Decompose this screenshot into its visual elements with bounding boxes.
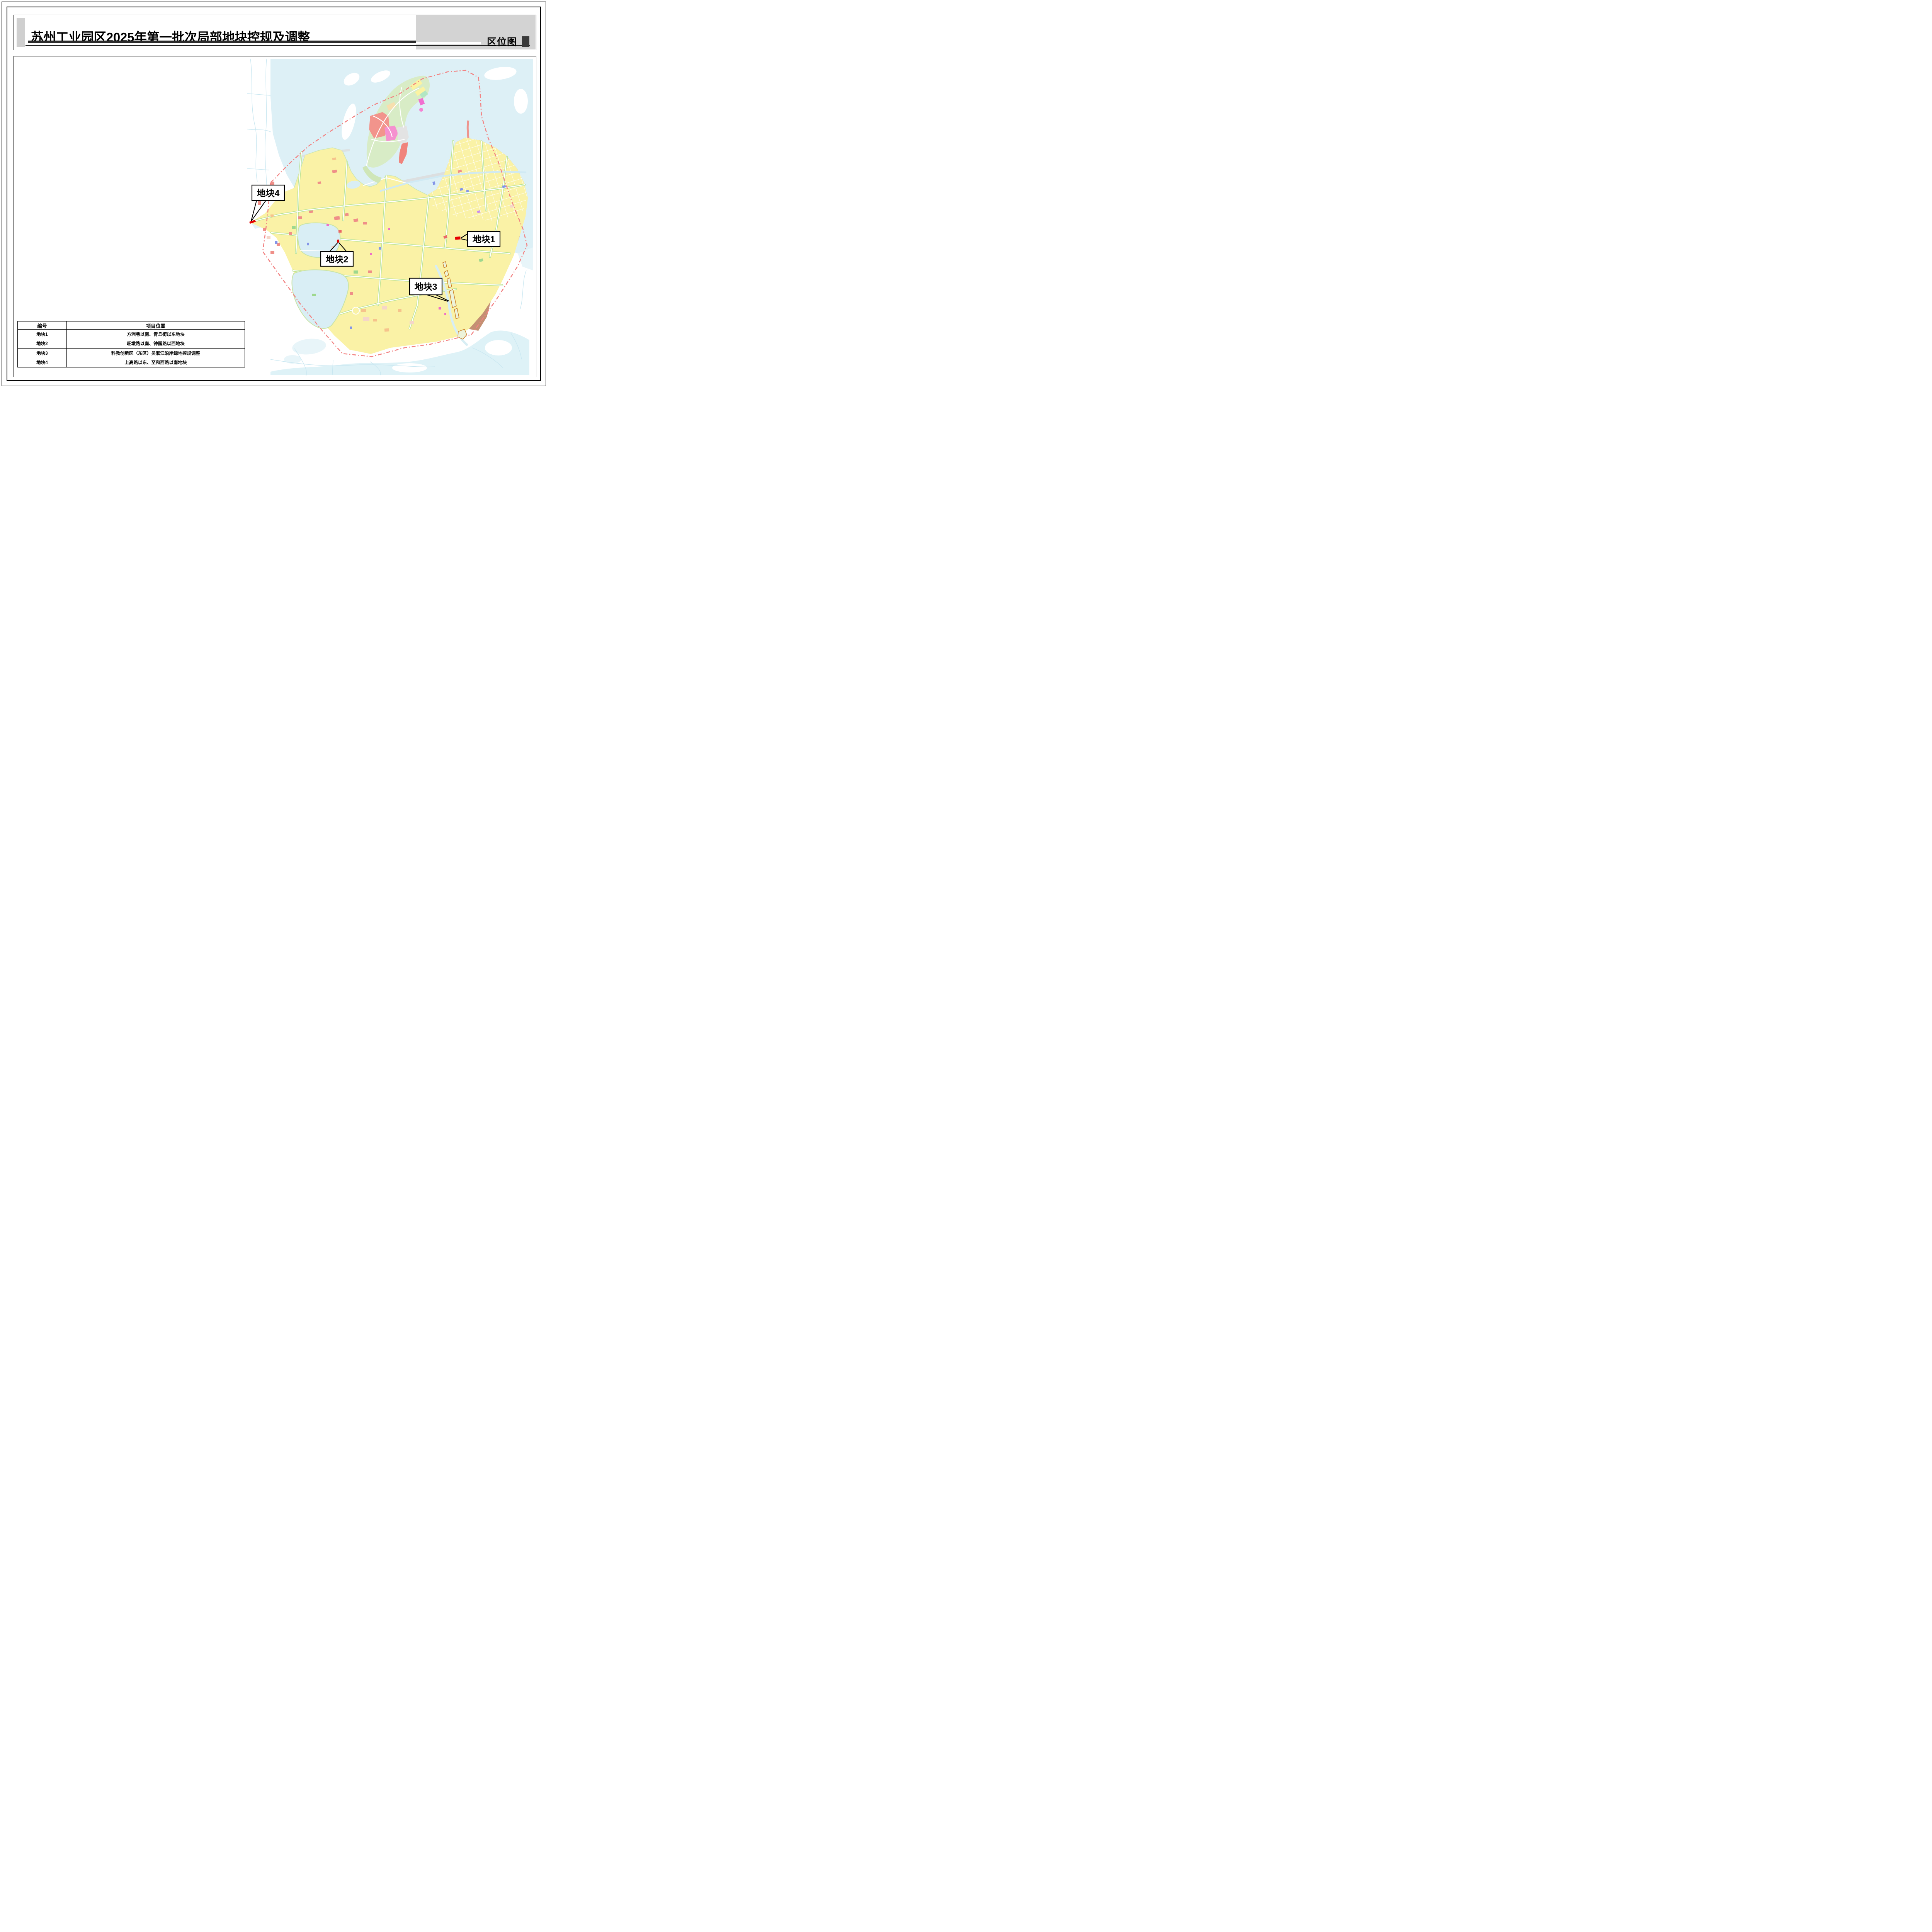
callout-label-plot-2: 地块2 [326, 254, 349, 264]
table-row: 地块2 旺墩路以南、钟园路以西地块 [18, 339, 245, 349]
title-dot-mark [239, 39, 240, 41]
table-cell-id: 地块1 [18, 330, 67, 339]
title-underline-bar [28, 41, 416, 43]
table-cell-id: 地块2 [18, 339, 67, 349]
callout-label-plot-3: 地块3 [415, 282, 437, 292]
title-accent-bar [17, 18, 25, 47]
callout-label-plot-1: 地块1 [473, 234, 495, 244]
plot-table: 编号 项目位置 地块1 方洲巷以南、青丘街以东地块 地块2 旺墩路以南、钟园路以… [17, 321, 245, 367]
table-row: 地块1 方洲巷以南、青丘街以东地块 [18, 329, 245, 339]
table-cell-location: 方洲巷以南、青丘街以东地块 [67, 330, 245, 339]
corner-square [522, 36, 529, 47]
table-header-location: 项目位置 [67, 321, 245, 329]
corner-label: 区位图 [487, 34, 517, 48]
table-cell-location: 上高路以东、至和西路以南地块 [67, 358, 245, 367]
title-underline-thin [26, 45, 530, 46]
plot-1-marker [455, 236, 461, 240]
plan-sheet: 苏州工业园区2025年第一批次局部地块控规及调整 区位图 [0, 0, 548, 388]
table-cell-id: 地块3 [18, 349, 67, 358]
table-cell-location: 旺墩路以南、钟园路以西地块 [67, 339, 245, 349]
table-header-row: 编号 项目位置 [18, 321, 245, 329]
plot-2-marker [337, 240, 339, 243]
table-header-id: 编号 [18, 321, 67, 329]
table-row: 地块3 科教创新区（东区）吴淞江沿岸绿地控规调整 [18, 348, 245, 358]
callout-label-plot-4: 地块4 [257, 188, 280, 198]
table-row: 地块4 上高路以东、至和西路以南地块 [18, 358, 245, 367]
table-cell-id: 地块4 [18, 358, 67, 367]
gray-panel-stripe [416, 42, 481, 44]
table-cell-location: 科教创新区（东区）吴淞江沿岸绿地控规调整 [67, 349, 245, 358]
